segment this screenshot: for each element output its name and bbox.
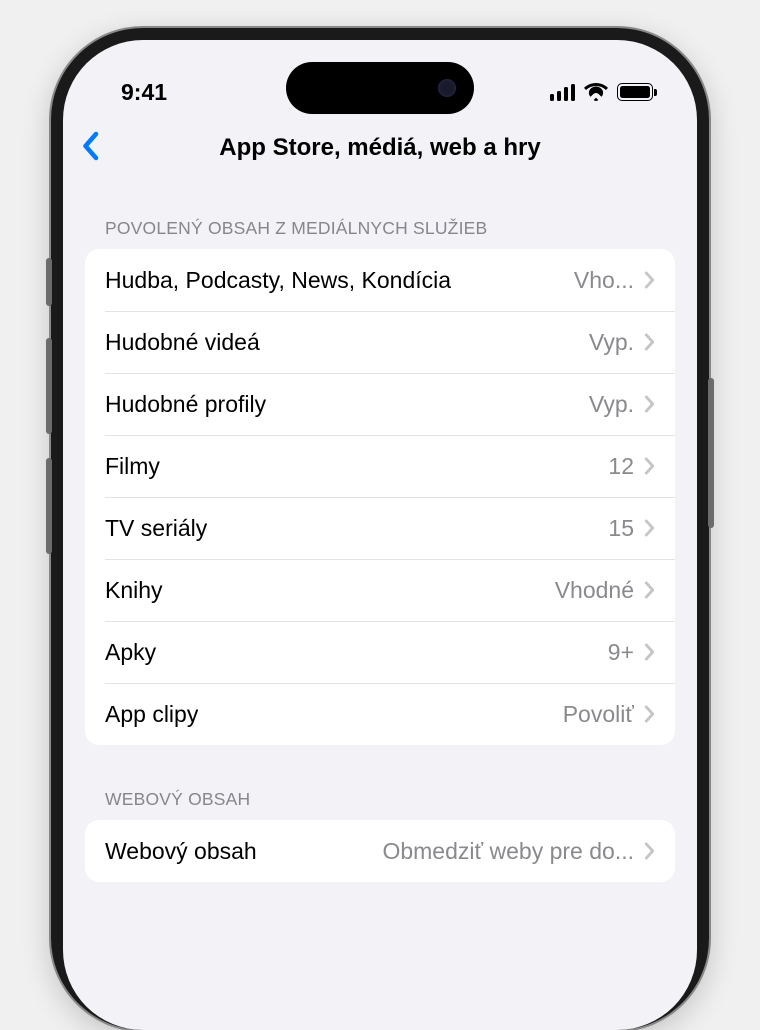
phone-volume-down <box>46 458 52 554</box>
row-label: Webový obsah <box>105 838 257 865</box>
phone-power-button <box>708 378 714 528</box>
chevron-right-icon <box>644 333 655 351</box>
section-header-web: WEBOVÝ OBSAH <box>85 745 675 820</box>
row-app-clips[interactable]: App clipy Povoliť <box>85 683 675 745</box>
chevron-right-icon <box>644 519 655 537</box>
chevron-right-icon <box>644 842 655 860</box>
chevron-right-icon <box>644 271 655 289</box>
row-apps[interactable]: Apky 9+ <box>85 621 675 683</box>
row-label: Apky <box>105 639 156 666</box>
row-value: 12 <box>608 453 634 480</box>
status-indicators <box>550 83 654 101</box>
row-label: Hudba, Podcasty, News, Kondícia <box>105 267 451 294</box>
page-title: App Store, médiá, web a hry <box>219 134 540 162</box>
phone-volume-up <box>46 338 52 434</box>
row-music-podcasts-news-fitness[interactable]: Hudba, Podcasty, News, Kondícia Vho... <box>85 249 675 311</box>
phone-mute-switch <box>46 258 52 306</box>
row-value: Obmedziť weby pre do... <box>382 838 634 865</box>
chevron-left-icon <box>81 131 99 161</box>
page-background: 9:41 App Store, médiá, we <box>0 0 760 1030</box>
row-label: Knihy <box>105 577 163 604</box>
row-value: Vho... <box>574 267 634 294</box>
row-value: Vyp. <box>589 329 634 356</box>
back-button[interactable] <box>81 131 99 166</box>
media-settings-group: Hudba, Podcasty, News, Kondícia Vho... H… <box>85 249 675 745</box>
web-settings-group: Webový obsah Obmedziť weby pre do... <box>85 820 675 882</box>
row-music-profiles[interactable]: Hudobné profily Vyp. <box>85 373 675 435</box>
row-value: 15 <box>608 515 634 542</box>
row-music-videos[interactable]: Hudobné videá Vyp. <box>85 311 675 373</box>
chevron-right-icon <box>644 643 655 661</box>
row-web-content[interactable]: Webový obsah Obmedziť weby pre do... <box>85 820 675 882</box>
front-camera-icon <box>438 79 456 97</box>
row-value: Vhodné <box>555 577 634 604</box>
row-tv-shows[interactable]: TV seriály 15 <box>85 497 675 559</box>
status-time: 9:41 <box>121 79 167 106</box>
row-movies[interactable]: Filmy 12 <box>85 435 675 497</box>
phone-screen: 9:41 App Store, médiá, we <box>63 40 697 1030</box>
row-books[interactable]: Knihy Vhodné <box>85 559 675 621</box>
battery-icon <box>617 83 653 101</box>
phone-frame: 9:41 App Store, médiá, we <box>51 28 709 1030</box>
row-label: Hudobné profily <box>105 391 266 418</box>
chevron-right-icon <box>644 581 655 599</box>
wifi-icon <box>584 83 608 101</box>
row-label: TV seriály <box>105 515 207 542</box>
row-value: Vyp. <box>589 391 634 418</box>
chevron-right-icon <box>644 395 655 413</box>
cellular-signal-icon <box>550 84 576 101</box>
dynamic-island <box>286 62 474 114</box>
section-header-media: POVOLENÝ OBSAH Z MEDIÁLNYCH SLUŽIEB <box>85 178 675 249</box>
row-value: Povoliť <box>563 701 634 728</box>
row-label: Hudobné videá <box>105 329 260 356</box>
row-value: 9+ <box>608 639 634 666</box>
row-label: Filmy <box>105 453 160 480</box>
row-label: App clipy <box>105 701 198 728</box>
chevron-right-icon <box>644 457 655 475</box>
chevron-right-icon <box>644 705 655 723</box>
settings-content: POVOLENÝ OBSAH Z MEDIÁLNYCH SLUŽIEB Hudb… <box>63 178 697 882</box>
navigation-bar: App Store, médiá, web a hry <box>63 118 697 178</box>
